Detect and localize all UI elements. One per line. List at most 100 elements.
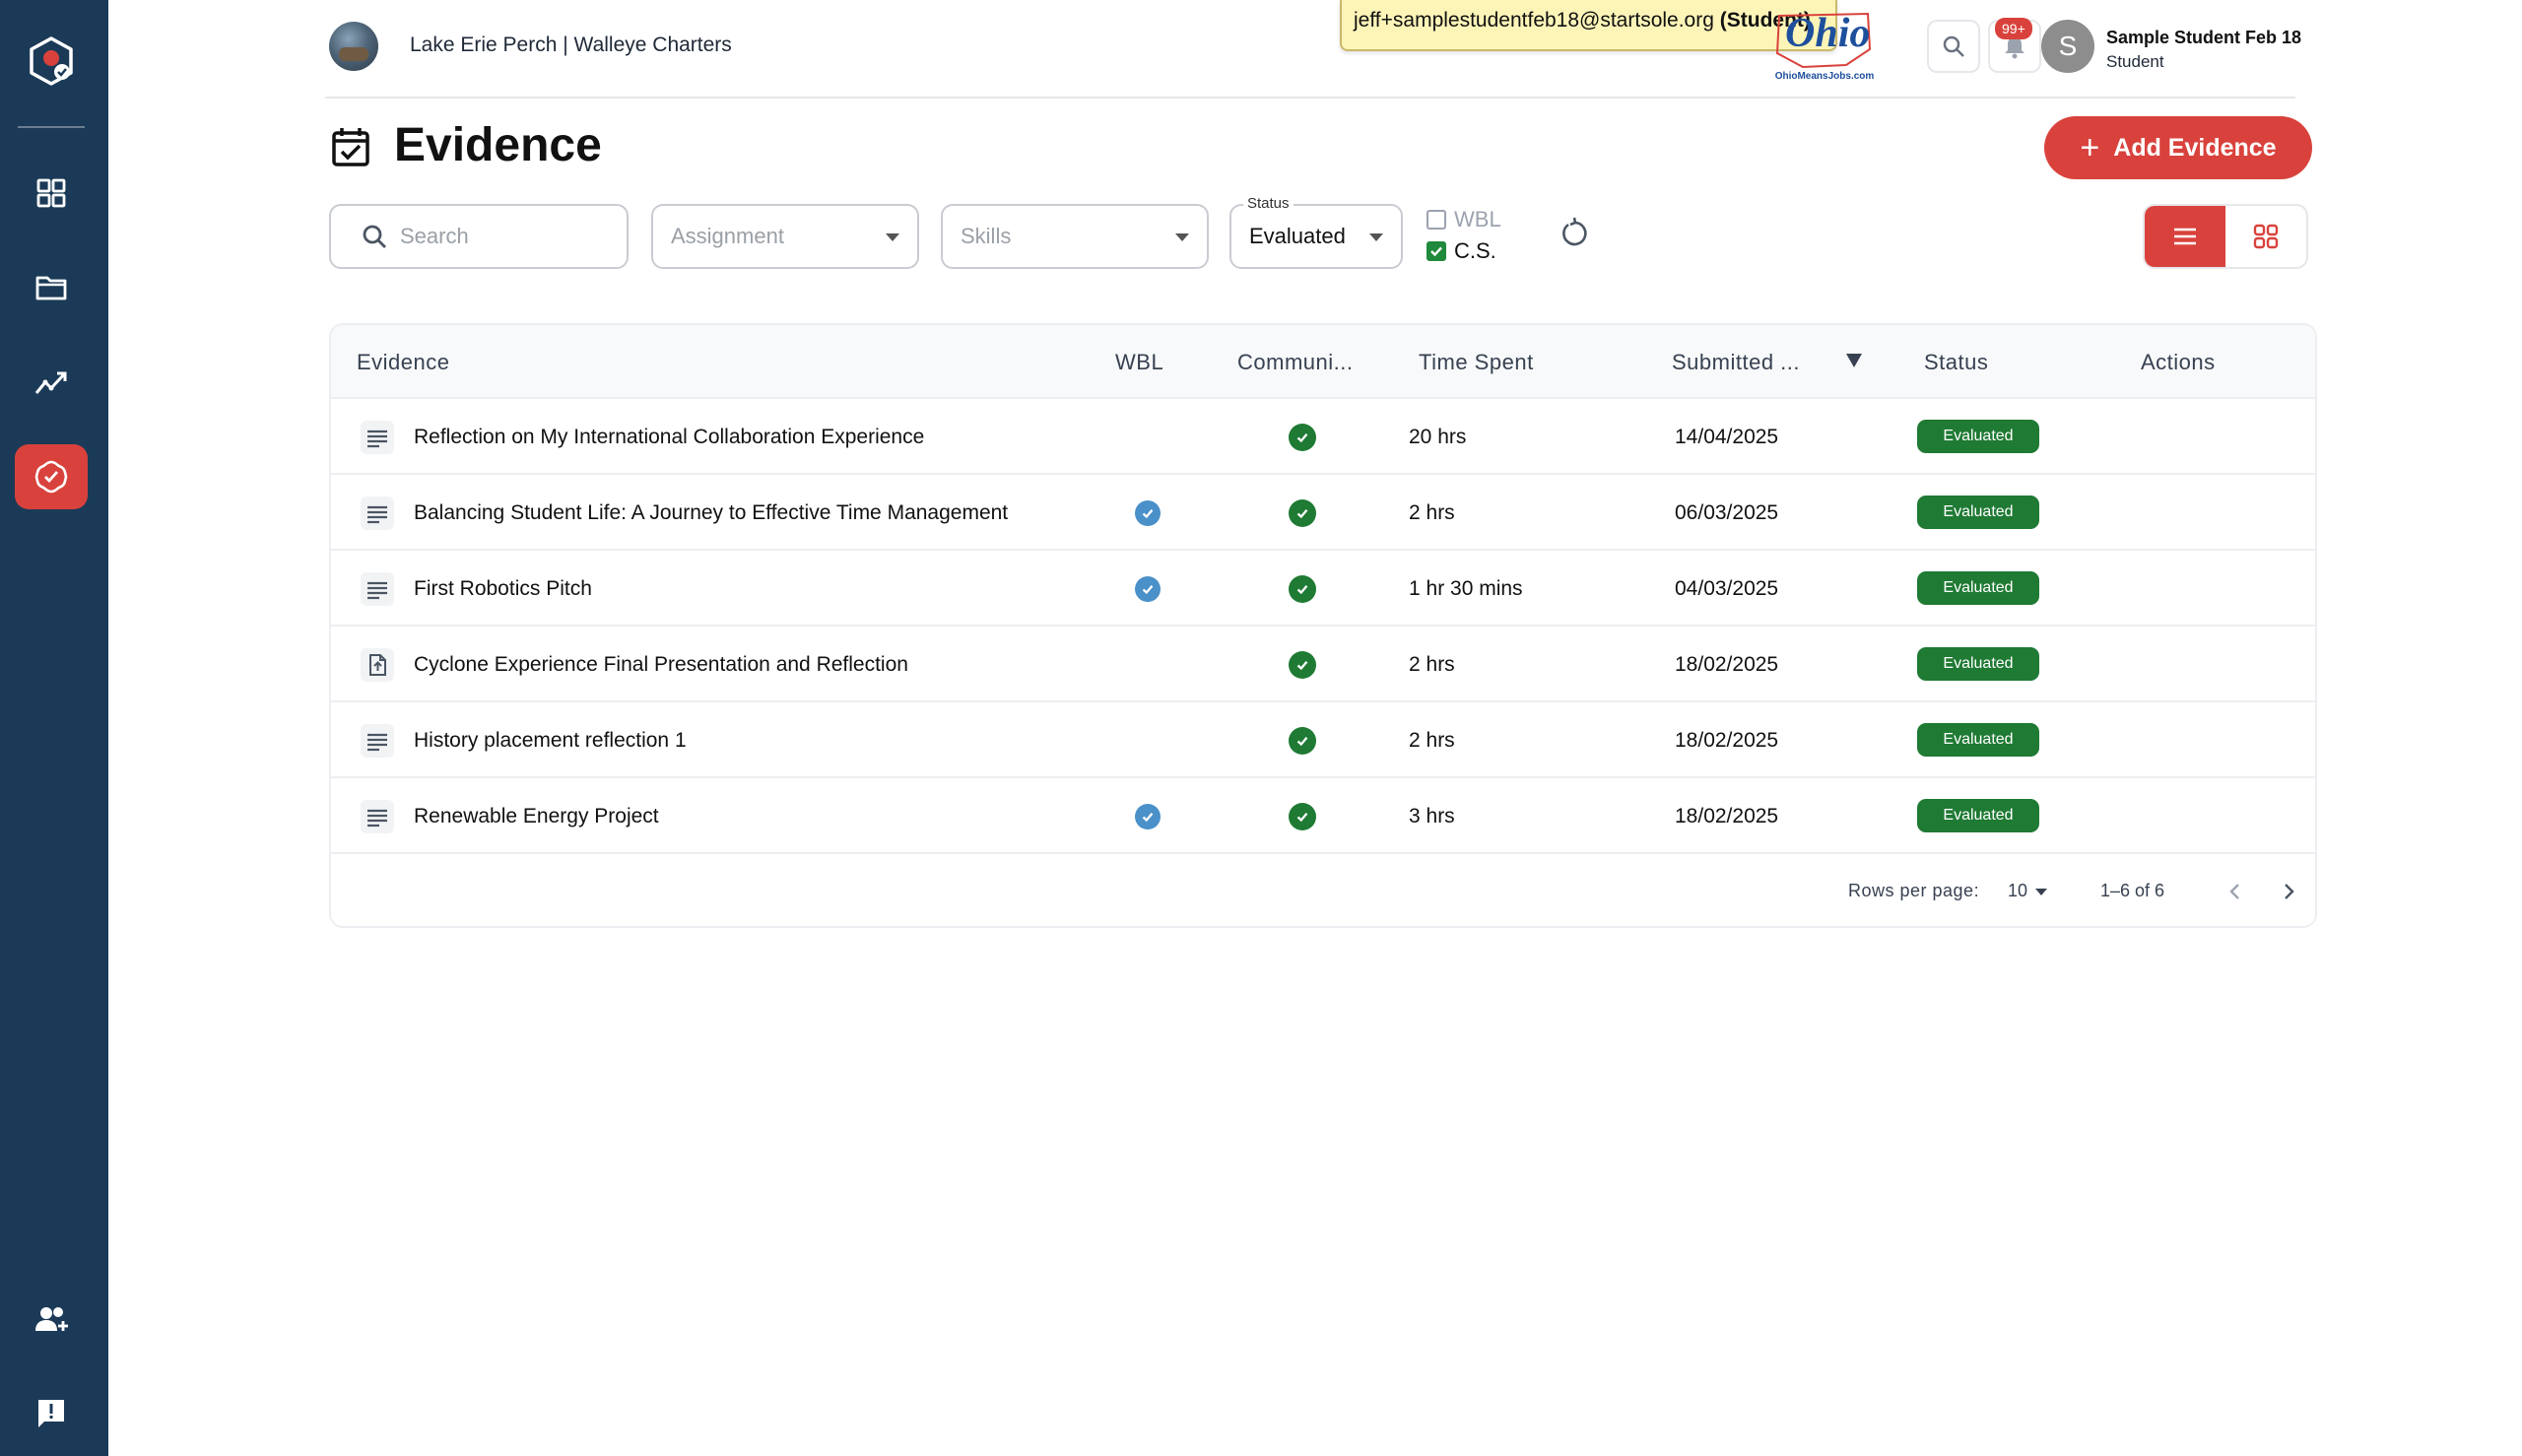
- table-row[interactable]: Cyclone Experience Final Presentation an…: [331, 627, 2315, 702]
- sidebar-item-dashboard[interactable]: [15, 161, 88, 226]
- evidence-title[interactable]: History placement reflection 1: [414, 729, 687, 753]
- user-name[interactable]: Sample Student Feb 18: [2106, 28, 2301, 48]
- wbl-checkbox[interactable]: WBL: [1427, 207, 1501, 232]
- search-input[interactable]: Search: [329, 204, 629, 269]
- wbl-check-icon: [1135, 804, 1161, 829]
- skills-placeholder: Skills: [961, 224, 1012, 248]
- status-label: Status: [1243, 195, 1294, 212]
- plus-icon: +: [2080, 129, 2100, 166]
- text-lines-icon: [361, 724, 394, 758]
- sidebar: [0, 0, 108, 1456]
- chevron-down-icon: [886, 233, 899, 241]
- table-row[interactable]: Reflection on My International Collabora…: [331, 399, 2315, 475]
- add-evidence-label: Add Evidence: [2113, 133, 2277, 162]
- search-placeholder: Search: [400, 224, 469, 248]
- sort-desc-icon[interactable]: [1846, 354, 1862, 367]
- feedback-icon: [38, 1400, 64, 1427]
- submitted-date: 14/04/2025: [1675, 426, 1779, 448]
- folder-icon: [35, 276, 67, 300]
- chevron-right-icon: [2285, 884, 2294, 899]
- column-submitted[interactable]: Submitted ...: [1672, 350, 1800, 375]
- next-page-button[interactable]: [2272, 875, 2305, 908]
- status-badge: Evaluated: [1917, 496, 2039, 529]
- status-badge: Evaluated: [1917, 799, 2039, 832]
- rows-per-page-select[interactable]: 10: [2008, 881, 2027, 901]
- column-actions: Actions: [2141, 350, 2216, 374]
- ohio-means-jobs-logo[interactable]: Ohio OhioMeansJobs.com: [1765, 10, 1884, 87]
- impersonation-banner: jeff+samplestudentfeb18@startsole.org (S…: [1340, 0, 1837, 51]
- checkbox-unchecked-icon: [1427, 210, 1446, 230]
- status-badge: Evaluated: [1917, 647, 2039, 681]
- time-spent: 2 hrs: [1409, 729, 1455, 752]
- sidebar-item-feedback[interactable]: [15, 1381, 88, 1446]
- chevron-down-icon: [1369, 233, 1383, 241]
- sidebar-item-evidence[interactable]: [15, 444, 88, 509]
- assignment-select[interactable]: Assignment: [651, 204, 919, 269]
- calendar-check-icon: [332, 128, 369, 166]
- column-time-spent[interactable]: Time Spent: [1419, 350, 1534, 375]
- evidence-title[interactable]: Renewable Energy Project: [414, 805, 659, 828]
- community-service-check-icon: [1289, 424, 1316, 451]
- chevron-down-icon: [1175, 233, 1189, 241]
- table-row[interactable]: History placement reflection 1 2 hrs 18/02…: [331, 702, 2315, 778]
- table-header: Evidence WBL Communi... Time Spent Submi…: [331, 325, 2315, 399]
- column-evidence[interactable]: Evidence: [357, 350, 450, 375]
- avatar[interactable]: S: [2041, 20, 2094, 73]
- list-view-button[interactable]: [2145, 206, 2225, 267]
- grid-view-button[interactable]: [2225, 206, 2306, 267]
- cs-checkbox[interactable]: C.S.: [1427, 238, 1496, 264]
- wbl-checkbox-label: WBL: [1454, 207, 1501, 232]
- evidence-table: Evidence WBL Communi... Time Spent Submi…: [329, 323, 2317, 928]
- submitted-date: 04/03/2025: [1675, 577, 1779, 600]
- ohio-logo-sub: OhioMeansJobs.com: [1774, 71, 1875, 82]
- org-avatar[interactable]: [329, 22, 378, 71]
- wbl-check-icon: [1135, 576, 1161, 602]
- table-row[interactable]: Balancing Student Life: A Journey to Eff…: [331, 475, 2315, 551]
- status-value: Evaluated: [1249, 224, 1346, 248]
- sidebar-item-progress[interactable]: [15, 350, 88, 415]
- submitted-date: 18/02/2025: [1675, 805, 1779, 827]
- add-evidence-button[interactable]: + Add Evidence: [2044, 116, 2312, 179]
- evidence-title[interactable]: Reflection on My International Collabora…: [414, 426, 924, 449]
- time-spent: 2 hrs: [1409, 501, 1455, 524]
- column-wbl[interactable]: WBL: [1115, 350, 1163, 375]
- column-status[interactable]: Status: [1924, 350, 1988, 375]
- skills-select[interactable]: Skills: [941, 204, 1209, 269]
- grid-icon: [2253, 224, 2279, 249]
- evidence-title[interactable]: Balancing Student Life: A Journey to Eff…: [414, 501, 1008, 525]
- trending-up-icon: [34, 371, 67, 394]
- chevron-left-icon: [2229, 884, 2239, 899]
- header-search-button[interactable]: [1927, 20, 1980, 73]
- evidence-title[interactable]: First Robotics Pitch: [414, 577, 592, 601]
- org-name[interactable]: Lake Erie Perch | Walleye Charters: [410, 33, 732, 57]
- sidebar-item-invite[interactable]: [15, 1287, 88, 1352]
- sidebar-item-portfolio[interactable]: [15, 255, 88, 320]
- assignment-placeholder: Assignment: [671, 224, 784, 248]
- evidence-title[interactable]: Cyclone Experience Final Presentation an…: [414, 653, 908, 677]
- badge-check-icon: [34, 460, 68, 494]
- app-logo-icon[interactable]: [25, 34, 78, 88]
- text-lines-icon: [361, 800, 394, 833]
- submitted-date: 18/02/2025: [1675, 729, 1779, 752]
- column-community-service[interactable]: Communi...: [1237, 350, 1353, 375]
- table-row[interactable]: Renewable Energy Project 3 hrs 18/02/2025 E…: [331, 778, 2315, 854]
- table-row[interactable]: First Robotics Pitch 1 hr 30 mins 04/03/20…: [331, 551, 2315, 627]
- previous-page-button[interactable]: [2219, 875, 2252, 908]
- status-select[interactable]: Evaluated: [1229, 204, 1403, 269]
- chevron-down-icon[interactable]: [2035, 889, 2047, 895]
- add-user-icon: [35, 1307, 68, 1331]
- user-role: Student: [2106, 52, 2164, 71]
- notifications-badge: 99+: [1995, 18, 2032, 39]
- view-toggle: [2143, 204, 2308, 269]
- submitted-date: 06/03/2025: [1675, 501, 1779, 524]
- time-spent: 3 hrs: [1409, 805, 1455, 827]
- search-icon: [1943, 35, 1964, 57]
- pagination-range: 1–6 of 6: [2100, 881, 2165, 900]
- text-lines-icon: [361, 572, 394, 606]
- status-badge: Evaluated: [1917, 571, 2039, 605]
- reset-filters-icon[interactable]: [1559, 217, 1592, 250]
- status-badge: Evaluated: [1917, 723, 2039, 757]
- wbl-check-icon: [1135, 500, 1161, 526]
- grid-icon: [36, 178, 66, 208]
- cs-checkbox-label: C.S.: [1454, 238, 1496, 263]
